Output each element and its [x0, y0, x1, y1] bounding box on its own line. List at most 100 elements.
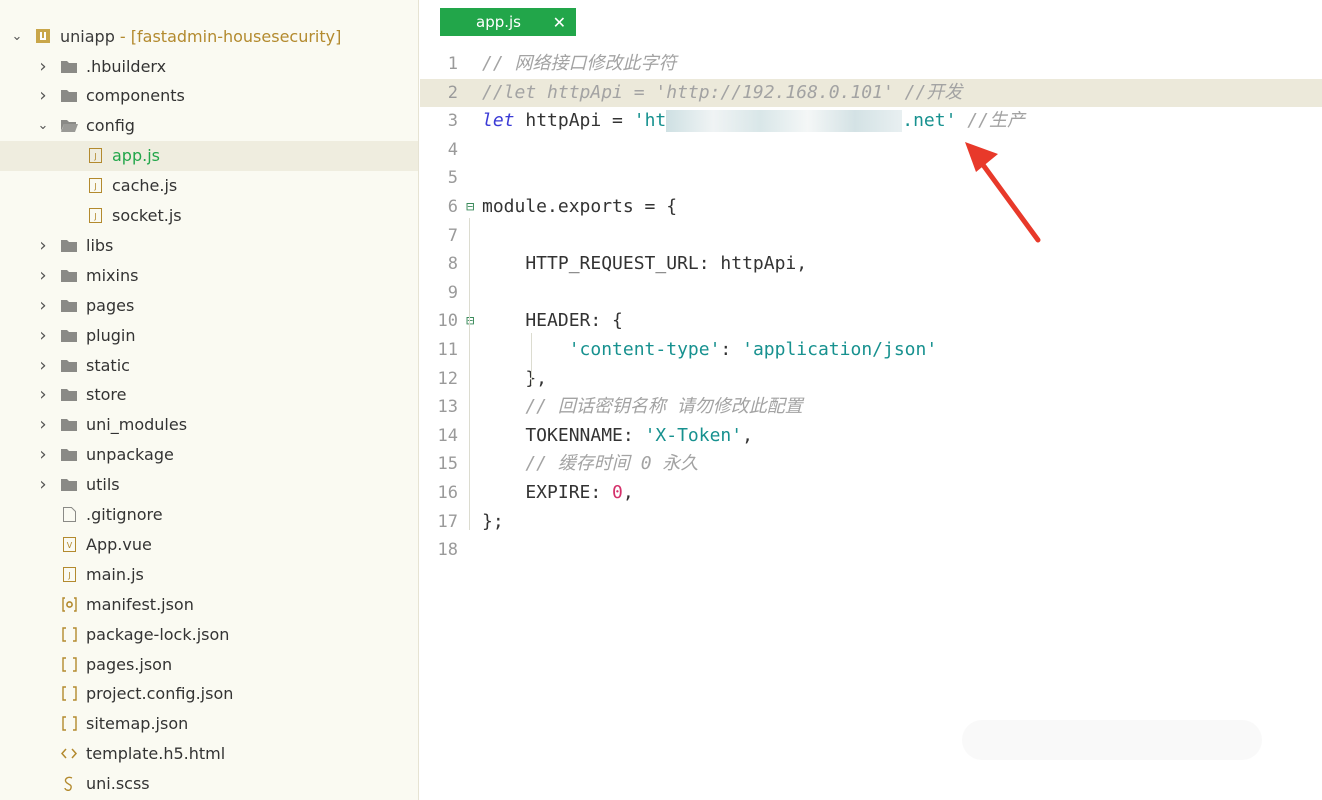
- line-number: 2: [447, 82, 458, 103]
- sidebar-item[interactable]: manifest.json: [0, 589, 418, 619]
- project-root[interactable]: ⌄ uniapp - [fastadmin-housesecurity]: [0, 21, 418, 51]
- sidebar-item[interactable]: Jmain.js: [0, 559, 418, 589]
- code-line[interactable]: 1 // 网络接口修改此字符: [420, 50, 1322, 79]
- folder-icon: [60, 238, 78, 253]
- svg-text:J: J: [93, 212, 96, 221]
- sidebar-item[interactable]: ⌄ config: [0, 111, 418, 141]
- sidebar-item-label: .hbuilderx: [86, 56, 167, 76]
- code-token: },: [482, 367, 548, 389]
- line-number: 5: [447, 168, 458, 189]
- code-line[interactable]: 18: [420, 536, 1322, 565]
- chevron-right-icon[interactable]: ›: [36, 384, 50, 405]
- chevron-right-icon[interactable]: ›: [36, 474, 50, 495]
- code-token: };: [482, 510, 504, 532]
- chevron-down-icon[interactable]: ⌄: [10, 29, 24, 44]
- code-line[interactable]: 8 HTTP_REQUEST_URL: httpApi,: [420, 250, 1322, 279]
- chevron-right-icon[interactable]: ›: [36, 56, 50, 77]
- sidebar-item-label: unpackage: [86, 445, 174, 465]
- code-token: TOKENNAME:: [482, 424, 645, 446]
- sidebar-item[interactable]: › store: [0, 380, 418, 410]
- sidebar-item[interactable]: › components: [0, 81, 418, 111]
- sidebar-item[interactable]: › plugin: [0, 320, 418, 350]
- code-text: module.exports = {: [482, 193, 677, 222]
- chevron-right-icon[interactable]: ›: [36, 235, 50, 256]
- sidebar-item[interactable]: sitemap.json: [0, 709, 418, 739]
- folder-icon: [60, 59, 78, 74]
- tab-app-js[interactable]: app.js ✕: [440, 8, 576, 36]
- sidebar-item-label: pages: [86, 295, 135, 315]
- sidebar-item[interactable]: › libs: [0, 230, 418, 260]
- code-line[interactable]: 14 TOKENNAME: 'X-Token',: [420, 422, 1322, 451]
- code-token: 'ht: [633, 110, 667, 132]
- code-line[interactable]: 3 let httpApi = 'ht .net' //生产: [420, 107, 1322, 136]
- sidebar-item[interactable]: › unpackage: [0, 440, 418, 470]
- sidebar-item[interactable]: › static: [0, 350, 418, 380]
- sidebar-item[interactable]: template.h5.html: [0, 739, 418, 769]
- code-line[interactable]: 11 'content-type': 'application/json': [420, 336, 1322, 365]
- fold-collapse-icon[interactable]: ⊟: [466, 193, 474, 222]
- code-line[interactable]: 5: [420, 164, 1322, 193]
- chevron-right-icon[interactable]: ›: [36, 414, 50, 435]
- code-editor[interactable]: app.js ✕ 1 // 网络接口修改此字符 2 //let httpApi = '…: [420, 0, 1322, 800]
- sidebar-item-label: app.js: [112, 146, 160, 166]
- folder-icon: [60, 417, 78, 432]
- chevron-right-icon[interactable]: ›: [36, 355, 50, 376]
- code-line[interactable]: 15 // 缓存时间 0 永久: [420, 450, 1322, 479]
- sidebar-item-label: sitemap.json: [86, 714, 189, 734]
- chevron-right-icon[interactable]: ›: [36, 444, 50, 465]
- sidebar-item[interactable]: uni.scss: [0, 769, 418, 799]
- sidebar-item-label: cache.js: [112, 176, 178, 196]
- sidebar-item[interactable]: project.config.json: [0, 679, 418, 709]
- code-line[interactable]: 10 ⊟ HEADER: {: [420, 307, 1322, 336]
- sidebar-item-label: static: [86, 355, 130, 375]
- code-line[interactable]: 17};: [420, 508, 1322, 537]
- fold-collapse-icon[interactable]: ⊟: [466, 307, 474, 336]
- json-file-icon: [60, 626, 78, 642]
- sidebar-item[interactable]: › utils: [0, 470, 418, 500]
- sidebar-item[interactable]: › .hbuilderx: [0, 51, 418, 81]
- sidebar-item[interactable]: pages.json: [0, 649, 418, 679]
- sidebar-item[interactable]: Jsocket.js: [0, 201, 418, 231]
- code-line[interactable]: 16 EXPIRE: 0,: [420, 479, 1322, 508]
- sidebar-item[interactable]: Jcache.js: [0, 171, 418, 201]
- chevron-right-icon[interactable]: ›: [36, 325, 50, 346]
- code-token: // 回话密钥名称 请勿修改此配置: [482, 396, 803, 418]
- sidebar-item[interactable]: › uni_modules: [0, 410, 418, 440]
- sidebar-item[interactable]: V App.vue: [0, 529, 418, 559]
- code-line[interactable]: 7: [420, 222, 1322, 251]
- json-file-icon: [60, 686, 78, 702]
- code-line[interactable]: 13 // 回话密钥名称 请勿修改此配置: [420, 393, 1322, 422]
- red-arrow-annotation: [965, 142, 1041, 243]
- sidebar-item[interactable]: › pages: [0, 290, 418, 320]
- tab-label: app.js: [476, 13, 521, 31]
- js-file-icon: J: [86, 178, 104, 194]
- line-number: 9: [447, 282, 458, 303]
- sidebar-item[interactable]: Japp.js: [0, 140, 418, 171]
- code-line[interactable]: 4: [420, 136, 1322, 165]
- code-token: httpApi =: [514, 110, 634, 132]
- chevron-right-icon[interactable]: ›: [36, 265, 50, 286]
- code-text: // 网络接口修改此字符: [482, 50, 677, 79]
- close-icon[interactable]: ✕: [553, 13, 566, 32]
- code-line[interactable]: 12 },: [420, 365, 1322, 394]
- sidebar-item[interactable]: › mixins: [0, 260, 418, 290]
- sidebar-item-label: template.h5.html: [86, 744, 226, 764]
- line-number: 11: [437, 340, 458, 360]
- code-line[interactable]: 9: [420, 279, 1322, 308]
- code-line[interactable]: 6 ⊟ module.exports = {: [420, 193, 1322, 222]
- chevron-right-icon[interactable]: ›: [36, 295, 50, 316]
- code-line[interactable]: 2 //let httpApi = 'http://192.168.0.101' …: [420, 78, 1322, 108]
- json-file-icon: [60, 716, 78, 731]
- chevron-right-icon[interactable]: ›: [36, 85, 50, 106]
- sidebar-item[interactable]: package-lock.json: [0, 619, 418, 649]
- svg-text:J: J: [67, 571, 70, 580]
- sidebar-item[interactable]: .gitignore: [0, 500, 418, 530]
- sidebar-item-label: components: [86, 86, 185, 106]
- chevron-down-icon[interactable]: ⌄: [36, 118, 50, 133]
- line-number: 18: [437, 540, 458, 561]
- code-token: 'content-type': [568, 339, 721, 360]
- line-number: 7: [447, 225, 458, 246]
- scss-file-icon: [60, 776, 78, 792]
- code-text: //let httpApi = 'http://192.168.0.101' /…: [482, 79, 962, 108]
- project-name: uniapp - [fastadmin-housesecurity]: [60, 26, 342, 46]
